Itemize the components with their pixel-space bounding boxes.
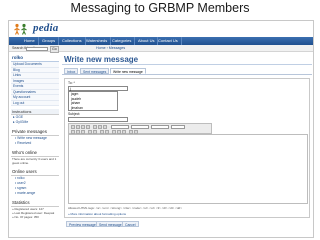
- sidebar-tree-item[interactable]: ▸ GyIGMe: [11, 120, 59, 125]
- format-select[interactable]: [131, 125, 149, 129]
- nav-collections[interactable]: Collections: [59, 37, 86, 45]
- style-select[interactable]: [111, 125, 129, 129]
- whos-online-text: There are currently 3 users and 1 guest …: [12, 157, 57, 165]
- browser-screenshot: pedia Home Groups Collections Watersheds…: [8, 20, 314, 238]
- received-label: Received: [17, 141, 32, 145]
- italic-icon[interactable]: [76, 125, 80, 129]
- to-label: To: *: [68, 81, 75, 85]
- online-user-name: user2: [17, 181, 26, 185]
- online-users-heading: Online users: [11, 168, 59, 176]
- nav-groups[interactable]: Groups: [39, 37, 60, 45]
- editor-toolbar: [68, 123, 212, 134]
- search-go-button[interactable]: Go: [50, 46, 59, 53]
- allowed-html-note: Allowed HTML tags: <a> <em> <strong> <ci…: [68, 206, 182, 210]
- site-logo[interactable]: pedia: [13, 22, 99, 36]
- align-right-icon[interactable]: [103, 125, 107, 129]
- private-messages-heading: Private messages: [11, 128, 59, 136]
- align-center-icon[interactable]: [98, 125, 102, 129]
- message-form: To: * j jagm jaudeh jaham jimahan Subjec…: [64, 78, 310, 218]
- sidebar-received[interactable]: • Received: [11, 141, 59, 146]
- font-size-select[interactable]: [171, 125, 185, 129]
- tab-inbox[interactable]: Inbox: [64, 68, 79, 74]
- nav-home[interactable]: Home: [21, 37, 39, 45]
- recipient-input[interactable]: j: [68, 86, 128, 91]
- autocomplete-list: jagm jaudeh jaham jimahan: [68, 91, 118, 111]
- statistic-line: » No. Of pages: 350: [12, 215, 39, 219]
- message-tabs: Inbox Sent messages Write new message: [62, 67, 312, 75]
- search-strip: Search this site: Go Home › Messages: [9, 45, 313, 53]
- nav-contact-us[interactable]: Contact Us: [155, 37, 182, 45]
- search-input[interactable]: [26, 46, 48, 51]
- subject-label: Subject:: [68, 112, 81, 116]
- nav-watersheds[interactable]: Watersheds: [83, 37, 112, 45]
- slide-title: Messaging to GRBMP Members: [70, 1, 250, 15]
- online-user-name: marte.amge: [17, 191, 36, 195]
- statistics-heading: Statistics: [11, 199, 59, 207]
- tab-write-new-message[interactable]: Write new message: [110, 68, 146, 74]
- site-header: pedia: [9, 21, 313, 37]
- align-left-icon[interactable]: [93, 125, 97, 129]
- logo-text: pedia: [33, 22, 59, 34]
- autocomplete-item[interactable]: jimahan: [69, 106, 117, 111]
- page-title: Write new message: [62, 54, 312, 65]
- sidebar: rolko Upload Documents Blog Links Images…: [11, 54, 59, 237]
- nav-categories[interactable]: Categories: [109, 37, 136, 45]
- sidebar-user-title: rolko: [11, 54, 59, 62]
- whos-online-heading: Who's online: [11, 149, 59, 157]
- message-body-editor[interactable]: [68, 134, 308, 204]
- tab-sent-messages[interactable]: Sent messages: [80, 68, 110, 74]
- preview-message-button[interactable]: Preview message: [66, 221, 99, 227]
- online-user-name: rolko: [17, 176, 25, 180]
- sidebar-link-log-out[interactable]: Log out: [11, 100, 59, 106]
- write-new-message-label: Write new message: [17, 136, 47, 140]
- font-family-select[interactable]: [151, 125, 169, 129]
- online-user[interactable]: • marte.amge: [11, 191, 59, 196]
- main-content: Write new message Inbox Sent messages Wr…: [62, 54, 312, 237]
- form-buttons: Preview message Send message Cancel: [66, 221, 186, 228]
- bold-icon[interactable]: [71, 125, 75, 129]
- breadcrumb[interactable]: Home › Messages: [96, 46, 125, 50]
- cancel-button[interactable]: Cancel: [122, 221, 139, 227]
- strikethrough-icon[interactable]: [86, 125, 90, 129]
- formatting-info-link[interactable]: » More information about formatting opti…: [68, 212, 126, 216]
- underline-icon[interactable]: [81, 125, 85, 129]
- subject-input[interactable]: [68, 117, 128, 122]
- main-nav: Home Groups Collections Watersheds Categ…: [9, 37, 313, 45]
- online-user-name: sgrsm: [17, 186, 27, 190]
- person-figure-icon: [14, 23, 27, 35]
- send-message-button[interactable]: Send message: [96, 221, 125, 227]
